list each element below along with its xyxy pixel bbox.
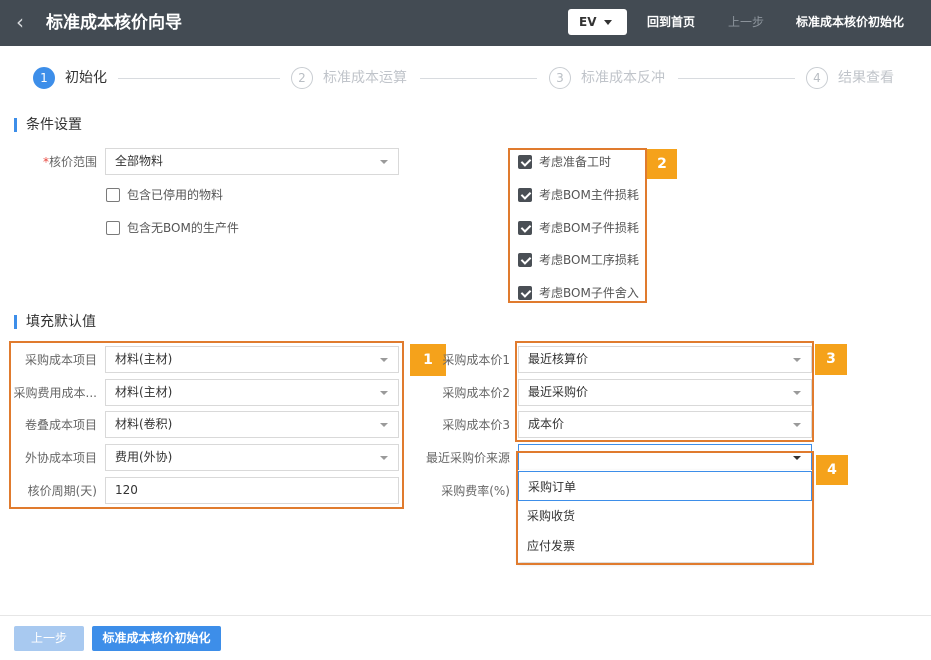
init-link[interactable]: 标准成本核价初始化 bbox=[796, 14, 904, 30]
checkbox-box bbox=[106, 221, 120, 235]
recent-price-source-label: 最近采购价来源 bbox=[425, 451, 510, 465]
ev-label: EV bbox=[579, 15, 597, 29]
top-bar: ‹ 标准成本核价向导 EV 回到首页 上一步 标准成本核价初始化 bbox=[0, 0, 931, 46]
init-button[interactable]: 标准成本核价初始化 bbox=[92, 626, 221, 651]
scope-select[interactable]: 全部物料 bbox=[105, 148, 399, 175]
scope-value: 全部物料 bbox=[115, 154, 164, 168]
caret-down-icon bbox=[380, 160, 388, 164]
conditions-section-title: 条件设置 bbox=[14, 116, 82, 134]
step-3-number: 3 bbox=[549, 67, 571, 89]
ev-dropdown[interactable]: EV bbox=[568, 9, 627, 35]
defaults-section-title: 填充默认值 bbox=[14, 313, 96, 331]
page-title: 标准成本核价向导 bbox=[46, 13, 182, 33]
prev-step-button[interactable]: 上一步 bbox=[14, 626, 84, 651]
prev-step-link[interactable]: 上一步 bbox=[728, 14, 764, 30]
step-2-label: 标准成本运算 bbox=[323, 70, 407, 86]
include-disabled-label: 包含已停用的物料 bbox=[127, 188, 224, 202]
checkbox-box bbox=[106, 188, 120, 202]
highlight-box-4 bbox=[516, 451, 814, 565]
step-divider bbox=[420, 78, 537, 79]
step-2-number: 2 bbox=[291, 67, 313, 89]
purchase-cost-price1-label: 采购成本价1 bbox=[442, 353, 510, 367]
purchase-fee-rate-label: 采购费率(%) bbox=[441, 484, 510, 498]
callout-tag-4: 4 bbox=[816, 455, 848, 485]
step-1-number: 1 bbox=[33, 67, 55, 89]
include-no-bom-label: 包含无BOM的生产件 bbox=[127, 221, 239, 235]
step-3-label: 标准成本反冲 bbox=[581, 70, 665, 86]
caret-down-icon bbox=[604, 20, 612, 25]
chevron-left-icon[interactable]: ‹ bbox=[16, 11, 24, 33]
scope-label-text: 核价范围 bbox=[48, 155, 97, 169]
scope-label: *核价范围 bbox=[30, 154, 97, 170]
step-4-label: 结果查看 bbox=[838, 70, 894, 86]
purchase-cost-price2-label: 采购成本价2 bbox=[442, 386, 510, 400]
wizard-steps: 1 初始化 2 标准成本运算 3 标准成本反冲 4 结果查看 bbox=[0, 62, 931, 94]
callout-tag-2: 2 bbox=[647, 149, 677, 179]
callout-tag-3: 3 bbox=[815, 344, 847, 375]
step-divider bbox=[678, 78, 795, 79]
highlight-box-2 bbox=[508, 148, 647, 303]
purchase-cost-price3-label: 采购成本价3 bbox=[442, 418, 510, 432]
step-4-number: 4 bbox=[806, 67, 828, 89]
step-divider bbox=[118, 78, 280, 79]
highlight-box-1 bbox=[9, 341, 404, 509]
highlight-box-3 bbox=[515, 341, 814, 442]
step-1-label: 初始化 bbox=[65, 70, 107, 86]
footer-divider bbox=[0, 615, 931, 616]
home-link[interactable]: 回到首页 bbox=[647, 14, 695, 30]
